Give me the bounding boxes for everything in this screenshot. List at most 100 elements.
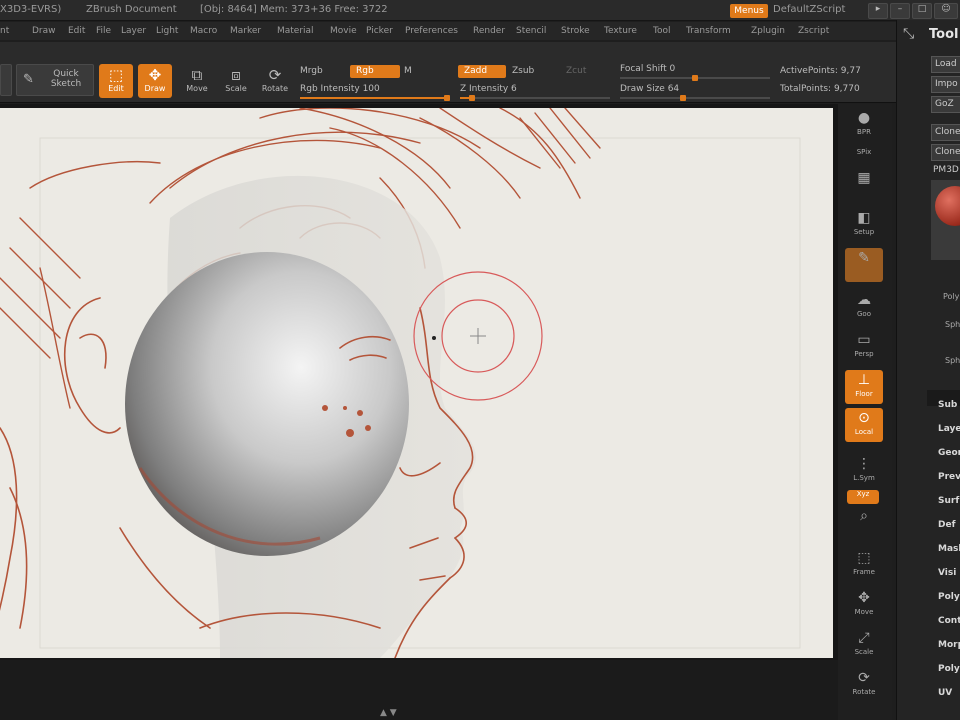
lsym-button[interactable]: ⋮ L.Sym [845,454,883,488]
mrgb-toggle[interactable]: Mrgb [300,66,323,76]
grid-button[interactable]: ▦ [845,168,883,202]
tray-arrows-icon[interactable]: ▲ ▼ [380,708,397,718]
import-button[interactable]: Impo [931,76,960,93]
sketch-scene [0,108,833,658]
draw-label: Draw [144,84,166,93]
xyz-button[interactable]: Xyz [847,490,879,504]
bottom-tray: ▲ ▼ [0,660,838,720]
zoom-button[interactable]: ⌕ [845,506,883,524]
help-icon[interactable]: ☺ [934,3,958,19]
menu-item-preferences[interactable]: Preferences [405,26,458,36]
focal-shift-slider[interactable] [620,75,770,81]
local-label: Local [854,428,874,436]
clone-button[interactable]: Clone [931,124,960,141]
goo-button[interactable]: ☁ Goo [845,290,883,324]
polygroups-section[interactable]: Poly [938,592,960,602]
menu-item-marker[interactable]: Marker [230,26,261,36]
brush-button[interactable]: ✎ [845,248,883,282]
z-intensity-slider[interactable] [460,95,610,101]
layers-section[interactable]: Laye [938,424,960,434]
draw-button[interactable]: ✥ Draw [138,64,172,98]
zoom-icon: ⌕ [860,508,868,524]
uv-map-section[interactable]: UV [938,688,952,698]
edit-button[interactable]: ⬚ Edit [99,64,133,98]
menu-item-stroke[interactable]: Stroke [561,26,590,36]
lsym-label: L.Sym [853,474,875,482]
floor-label: Floor [855,390,873,398]
contact-section[interactable]: Cont [938,616,960,626]
spix-button[interactable]: SPix [845,148,883,162]
goz-button[interactable]: GoZ [931,96,960,113]
menu-item-file[interactable]: File [96,26,111,36]
zcut-toggle[interactable]: Zcut [566,66,586,76]
tool-thumbnail[interactable] [931,180,960,260]
frame-button[interactable]: ⬚ Frame [845,548,883,582]
zadd-toggle[interactable]: Zadd [458,65,506,78]
clone-button-2[interactable]: Clone [931,144,960,161]
minimize-icon[interactable]: – [890,3,910,19]
menu-item-edit[interactable]: Edit [68,26,85,36]
shelf-scale-label: Scale [854,648,874,656]
local-button[interactable]: ⊙ Local [845,408,883,442]
setup-button[interactable]: ◧ Setup [845,208,883,242]
menu-item-stencil[interactable]: Stencil [516,26,546,36]
polys-label: Poly [943,292,960,301]
rgb-toggle[interactable]: Rgb [350,65,400,78]
quick-sketch-button[interactable]: ✎ Quick Sketch [16,64,94,96]
visibility-section[interactable]: Visi [938,568,956,578]
rgb-intensity-slider[interactable] [300,95,450,101]
focal-shift-handle[interactable] [692,75,698,81]
menu-item-movie[interactable]: Movie [330,26,357,36]
morph-target-section[interactable]: Morp [938,640,960,650]
shelf-rotate-button[interactable]: ⟳ Rotate [845,668,883,702]
menu-item-layer[interactable]: Layer [121,26,146,36]
document-title: ZBrush Document [86,4,177,15]
shelf-scale-button[interactable]: ⤢ Scale [845,628,883,662]
menu-item-zscript[interactable]: Zscript [798,26,829,36]
pin-icon[interactable]: ⤡ [903,26,914,42]
deformation-section[interactable]: Def [938,520,956,530]
polypaint-section[interactable]: Poly [938,664,960,674]
subtool-section[interactable]: Sub [938,400,957,410]
sphere-thumbnail-icon [935,186,960,226]
shelf-move-button[interactable]: ✥ Move [845,588,883,622]
menu-item-document[interactable]: nt [0,26,9,36]
m-toggle[interactable]: M [404,66,412,76]
bpr-button[interactable]: ● BPR [845,108,883,142]
move-button[interactable]: ⧉ Move [180,64,214,98]
preview-section[interactable]: Prev [938,472,960,482]
surface-section[interactable]: Surf [938,496,959,506]
menu-item-tool[interactable]: Tool [653,26,670,36]
tool-palette: ⤡ Tool Load Impo GoZ Clone Clone PM3D Po… [896,20,960,720]
document-canvas[interactable] [0,108,833,658]
zsub-toggle[interactable]: Zsub [512,66,534,76]
menu-item-macro[interactable]: Macro [190,26,217,36]
subtool-sphere-1[interactable]: Sphe [945,320,960,329]
menu-item-picker[interactable]: Picker [366,26,393,36]
geometry-section[interactable]: Geom [938,448,960,458]
draw-size-handle[interactable] [680,95,686,101]
maximize-icon[interactable]: □ [912,3,932,19]
floor-button[interactable]: ⊥ Floor [845,370,883,404]
subtool-sphere-2[interactable]: Sphe [945,356,960,365]
scale-icon: ⧈ [231,66,241,84]
draw-size-slider[interactable] [620,95,770,101]
menu-item-material[interactable]: Material [277,26,314,36]
masking-section[interactable]: Mask [938,544,960,554]
menu-item-draw[interactable]: Draw [32,26,56,36]
persp-button[interactable]: ▭ Persp [845,330,883,364]
menu-item-zplugin[interactable]: Zplugin [751,26,785,36]
rotate-button[interactable]: ⟳ Rotate [258,64,292,98]
menu-item-light[interactable]: Light [156,26,178,36]
rgb-intensity-handle[interactable] [444,95,450,101]
load-tool-button[interactable]: Load [931,56,960,73]
menu-item-texture[interactable]: Texture [604,26,637,36]
lightbox-button[interactable] [0,64,12,96]
z-intensity-handle[interactable] [469,95,475,101]
menu-item-transform[interactable]: Transform [686,26,731,36]
collapse-icon[interactable]: ▸ [868,3,888,19]
menu-item-render[interactable]: Render [473,26,505,36]
shelf-rotate-label: Rotate [852,688,876,696]
scale-button[interactable]: ⧈ Scale [219,64,253,98]
menus-button[interactable]: Menus [730,4,768,18]
